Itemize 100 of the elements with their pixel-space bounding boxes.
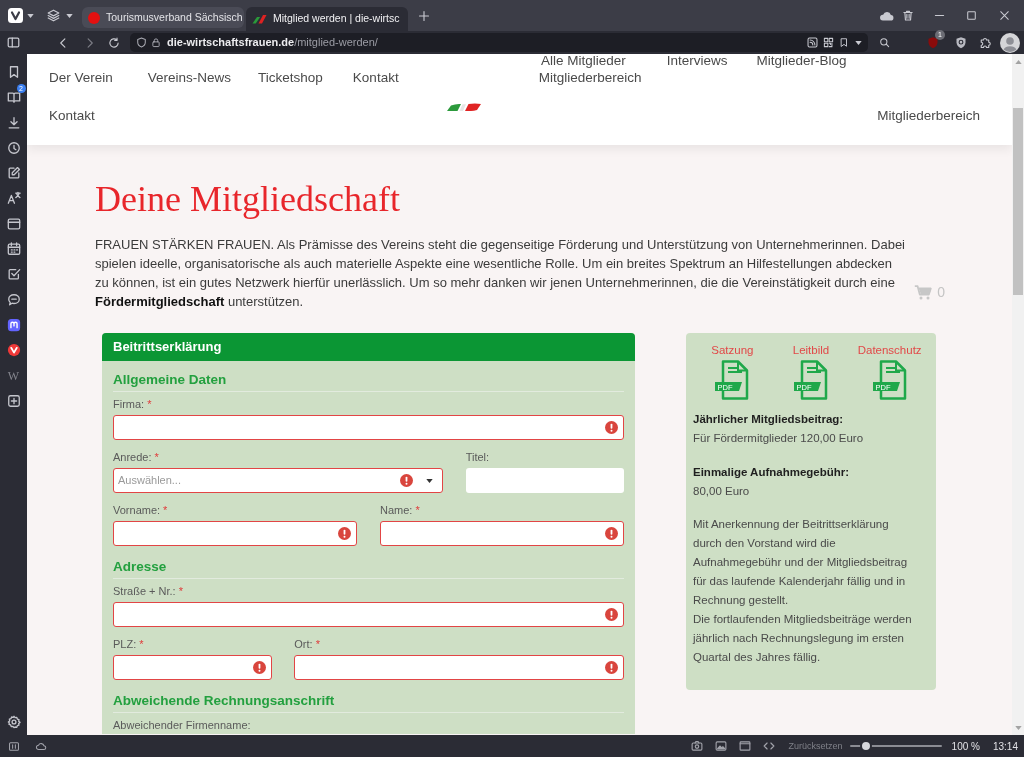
intro-text: FRAUEN STÄRKEN FRAUEN. Als Prämisse des Vereins steht die gegenseitige Förderung und Unterstützung von Unternehmerinnen. Dabei spielen ideelle, organisatorische als auch materielle Aspekte eine wesentliche Rolle. Um ein breites Spektrum an Hilfestellungen abdecken zu können, ist ein gutes Netzwerk hierfür unerlässlich. Um so mehr danken wir jenen Unternehmerinnen, die die Vereinstätigkeit durch eine Fördermitgliedschaft unterstützen. [95, 236, 906, 311]
error-icon [605, 421, 618, 434]
field-label: Firma: [113, 397, 145, 411]
required-mark: * [178, 584, 183, 598]
input-field[interactable] [113, 655, 273, 680]
page-title: Deine Mitgliedschaft [95, 178, 401, 221]
required-mark: * [147, 397, 152, 411]
task-check-icon[interactable] [6, 267, 21, 282]
section-heading: Abweichende Rechnungsanschrift [113, 693, 336, 709]
plus-square-icon[interactable] [6, 393, 21, 408]
calendar-icon[interactable] [6, 242, 21, 257]
field-label: Abweichender Firmenname: [113, 718, 251, 732]
avatar-icon[interactable] [1000, 32, 1020, 53]
fee-text: Für Fördermitglieder 120,00 Euro [693, 431, 865, 446]
code-icon[interactable] [762, 740, 775, 752]
plus-icon[interactable] [418, 9, 430, 22]
cloud-icon[interactable] [879, 10, 894, 21]
field-label: Straße + Nr.: [113, 584, 176, 598]
browser-tab[interactable]: Tourismusverband Sächsisch [82, 7, 244, 28]
input-field[interactable] [465, 468, 624, 493]
required-mark: * [154, 450, 159, 464]
input-field[interactable] [113, 521, 357, 546]
puzzle-icon[interactable] [979, 36, 991, 49]
input-field[interactable] [380, 521, 624, 546]
required-mark: * [163, 503, 168, 517]
nav-link[interactable]: Der Verein [49, 71, 113, 85]
translate-icon[interactable] [6, 191, 21, 206]
nav-link[interactable]: Vereins-News [147, 71, 232, 85]
field-label: Vorname: [113, 503, 161, 517]
section-heading: Allgemeine Daten [113, 372, 228, 388]
window-icon[interactable] [738, 740, 751, 752]
address-bar[interactable]: die-wirtschaftsfrauen.de/mitglied-werden/ [130, 33, 868, 52]
slider-thumb[interactable] [860, 740, 873, 752]
reload-icon[interactable] [108, 36, 120, 49]
cloud-icon[interactable] [34, 740, 48, 752]
camera-icon[interactable] [690, 740, 703, 752]
required-mark: * [415, 503, 420, 517]
v-logo-icon[interactable] [8, 8, 23, 23]
book-icon[interactable] [6, 90, 21, 105]
close-icon[interactable] [999, 10, 1010, 21]
nav-link[interactable]: Mitgliederbereich [877, 109, 980, 123]
m-logo-icon[interactable] [6, 317, 21, 332]
nav-link[interactable]: Mitgliederbereich [538, 71, 642, 85]
required-mark: * [139, 637, 144, 651]
web-panel-label[interactable]: W [7, 368, 20, 383]
cart-icon [914, 284, 933, 300]
field-label: Titel: [465, 450, 490, 464]
error-icon [605, 661, 618, 674]
panel-icon[interactable] [8, 740, 20, 752]
notes-icon[interactable] [6, 166, 21, 181]
browser-tab[interactable]: Mitglied werden | die-wirtsc [246, 7, 408, 31]
caret-icon[interactable] [66, 13, 73, 18]
v-logo-icon[interactable] [6, 343, 21, 358]
shield-icon[interactable] [136, 37, 147, 48]
section-heading: Adresse [113, 559, 168, 575]
bookmark-icon[interactable] [839, 37, 849, 48]
field-label: Name: [380, 503, 413, 517]
fee-text: 80,00 Euro [693, 484, 751, 499]
clock: 13:14 [992, 739, 1018, 754]
reset-zoom-button[interactable]: Zurücksetzen [788, 740, 843, 752]
dot-icon [88, 11, 100, 24]
error-icon [338, 527, 351, 540]
download-icon[interactable] [6, 115, 21, 130]
submenu-link[interactable]: Alle Mitglieder [541, 54, 626, 68]
submenu-link[interactable]: Interviews [666, 54, 728, 68]
input-field[interactable] [294, 655, 624, 680]
error-icon [253, 661, 267, 674]
window-icon[interactable] [6, 216, 21, 231]
trash-icon[interactable] [902, 9, 914, 22]
zoom-slider[interactable] [849, 740, 942, 752]
input-field[interactable] [113, 602, 624, 627]
scrollbar-thumb[interactable] [1013, 108, 1023, 295]
nav-link[interactable]: Kontakt [49, 109, 95, 123]
layers-icon[interactable] [47, 9, 60, 22]
form-title: Beitrittserklärung [102, 333, 635, 361]
info-text: Mit Anerkennung der Beitrittserklärung durch den Vorstand wird die Aufnahmegebühr und der Mitgliedsbeitrag für das laufende Kalenderjahr fällig und in Rechnung gestellt. [693, 517, 909, 608]
panel-icon[interactable] [7, 36, 20, 49]
info-text: Die fortlaufenden Mitgliedsbeiträge werden jährlich nach Rechnungslegung im ersten Quartal des Jahres fällig. [693, 612, 913, 665]
input-field[interactable] [113, 415, 624, 440]
shield-icon[interactable] [955, 36, 967, 49]
chat-icon[interactable] [6, 292, 21, 307]
fee-heading: Einmalige Aufnahmegebühr: [693, 465, 851, 480]
nav-link[interactable]: Ticketshop [258, 71, 323, 85]
error-icon [605, 608, 618, 621]
qr-code-icon[interactable] [823, 37, 834, 48]
field-label: Anrede: [113, 450, 152, 464]
caret-icon[interactable] [855, 40, 862, 45]
settings-icon[interactable] [6, 715, 21, 729]
search-icon[interactable] [879, 37, 890, 48]
feed-icon[interactable] [807, 37, 818, 48]
field-label: PLZ: [113, 637, 137, 651]
caret-icon [425, 478, 433, 483]
clock-icon[interactable] [6, 140, 21, 155]
maximize-icon[interactable] [966, 10, 977, 21]
image-icon[interactable] [714, 740, 727, 752]
caret-icon[interactable] [27, 13, 34, 18]
lock-icon [151, 37, 161, 48]
nav-link[interactable]: Kontakt [352, 71, 399, 85]
submenu-link[interactable]: Mitglieder-Blog [756, 54, 847, 68]
stripes-logo-icon[interactable] [446, 103, 481, 111]
